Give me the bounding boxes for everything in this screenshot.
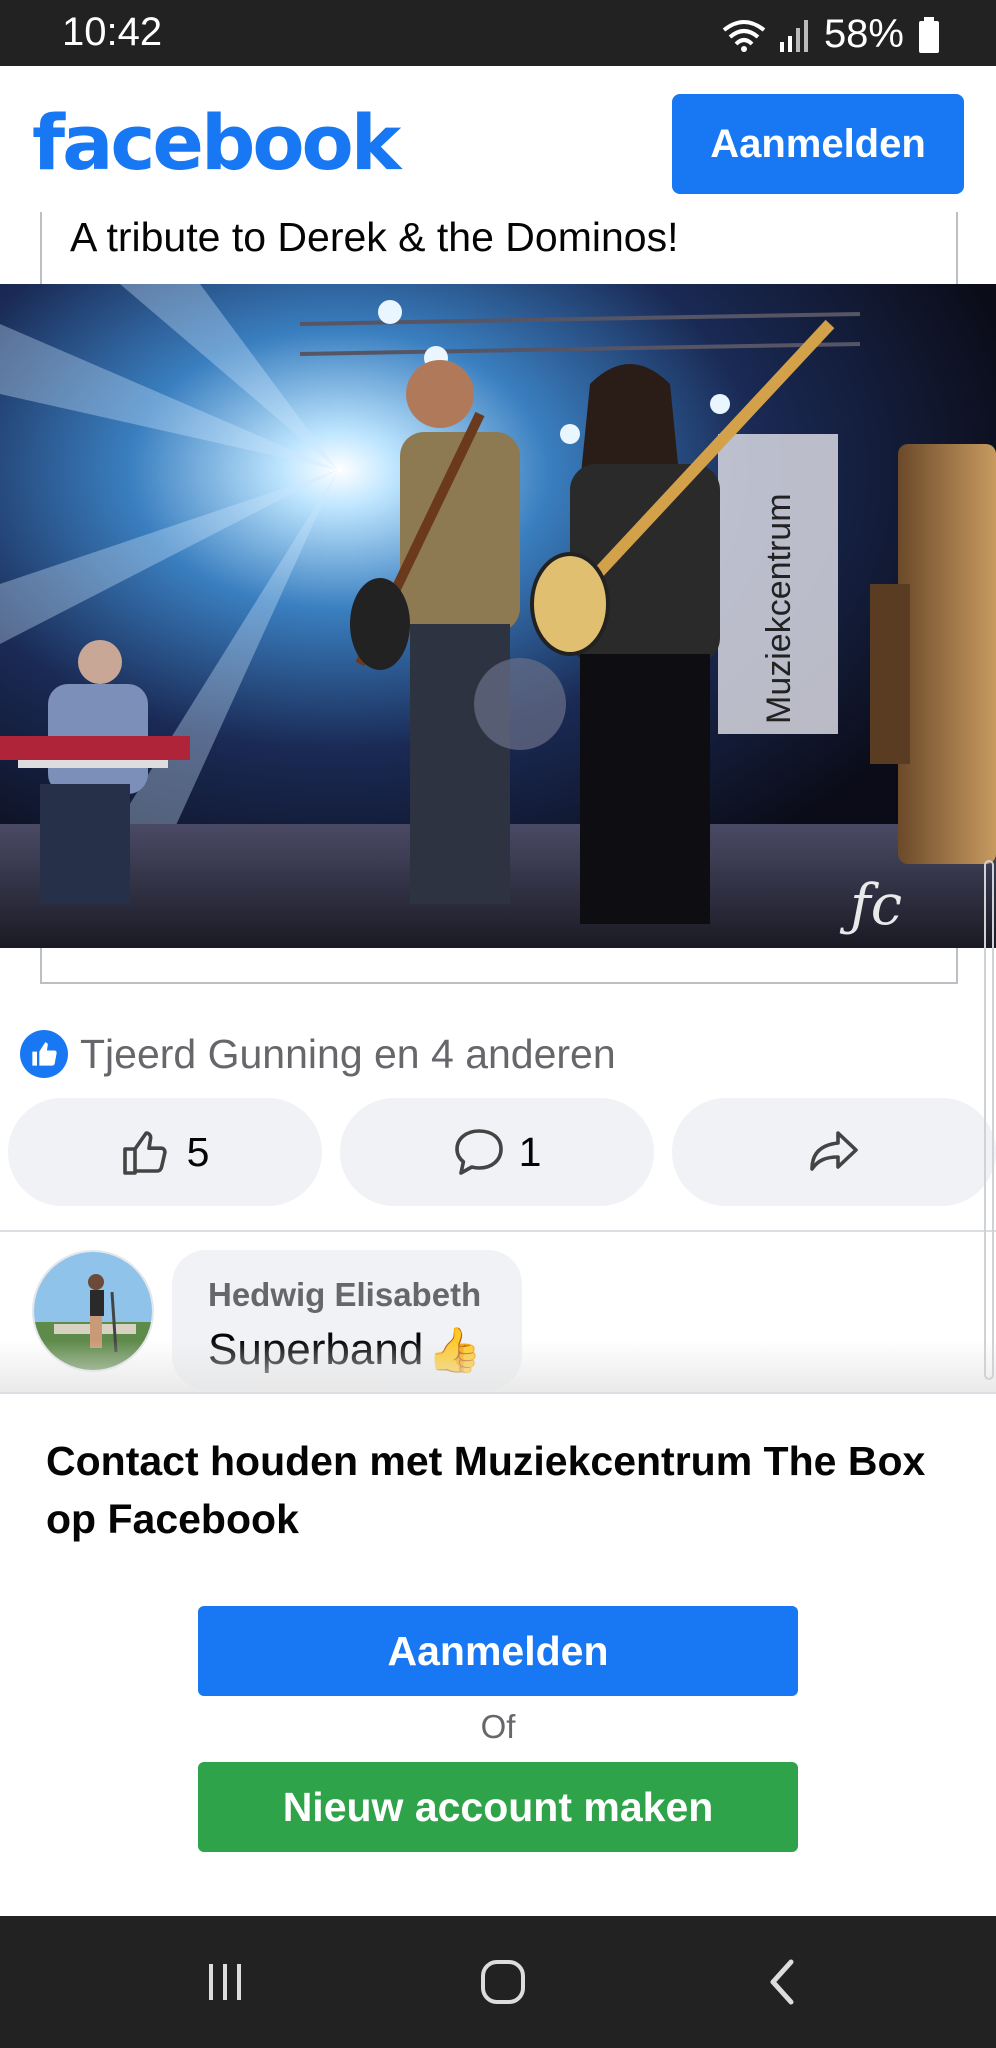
battery-percent: 58%: [823, 12, 904, 56]
back-icon: [770, 1959, 794, 2005]
comment-icon: [454, 1129, 503, 1175]
home-icon: [481, 1960, 525, 2004]
create-account-button[interactable]: Nieuw account maken: [198, 1762, 798, 1852]
recents-icon: [209, 1964, 241, 2000]
battery-icon: [919, 16, 939, 53]
or-separator: Of: [480, 1708, 516, 1745]
facebook-logo[interactable]: facebook: [32, 98, 401, 187]
home-button[interactable]: [458, 1946, 548, 2018]
back-button[interactable]: [738, 1946, 828, 2018]
status-icons: 58%: [722, 12, 940, 57]
concert-photo: Muziekcentrum ƒc: [0, 284, 996, 948]
signal-icon: [779, 19, 808, 52]
recents-button[interactable]: [180, 1946, 270, 2018]
sheet-title: Contact houden met Muziekcentrum The Box…: [46, 1438, 926, 1542]
post-photo[interactable]: Muziekcentrum ƒc: [0, 284, 996, 948]
top-header: facebook Aanmelden: [0, 66, 996, 212]
like-count: 5: [186, 1128, 210, 1175]
reaction-summary[interactable]: Tjeerd Gunning en 4 anderen: [20, 1030, 616, 1078]
header-login-button[interactable]: Aanmelden: [672, 94, 964, 194]
content-fade: [0, 1340, 996, 1394]
banner-text: Muziekcentrum: [760, 493, 798, 724]
sheet-login-button[interactable]: Aanmelden: [198, 1606, 798, 1696]
like-button[interactable]: 5: [8, 1098, 322, 1206]
scrollbar[interactable]: [984, 860, 994, 1380]
section-divider: [0, 1230, 996, 1232]
share-button[interactable]: [672, 1098, 996, 1206]
like-badge-icon: [20, 1030, 68, 1078]
status-bar: 10:42 58%: [0, 0, 996, 66]
share-icon: [810, 1131, 858, 1171]
android-nav-bar: [0, 1916, 996, 2048]
thumbs-up-icon: [122, 1131, 167, 1175]
action-row: 5 1: [8, 1098, 996, 1206]
status-time: 10:42: [62, 10, 163, 54]
comment-count: 1: [518, 1128, 542, 1175]
login-prompt-sheet: Contact houden met Muziekcentrum The Box…: [0, 1392, 996, 1916]
post-title: A tribute to Derek & the Dominos!: [70, 214, 679, 260]
reactions-text: Tjeerd Gunning en 4 anderen: [80, 1030, 616, 1077]
comment-author[interactable]: Hedwig Elisabeth: [208, 1276, 486, 1314]
wifi-icon: [722, 19, 766, 52]
comment-button[interactable]: 1: [340, 1098, 654, 1206]
